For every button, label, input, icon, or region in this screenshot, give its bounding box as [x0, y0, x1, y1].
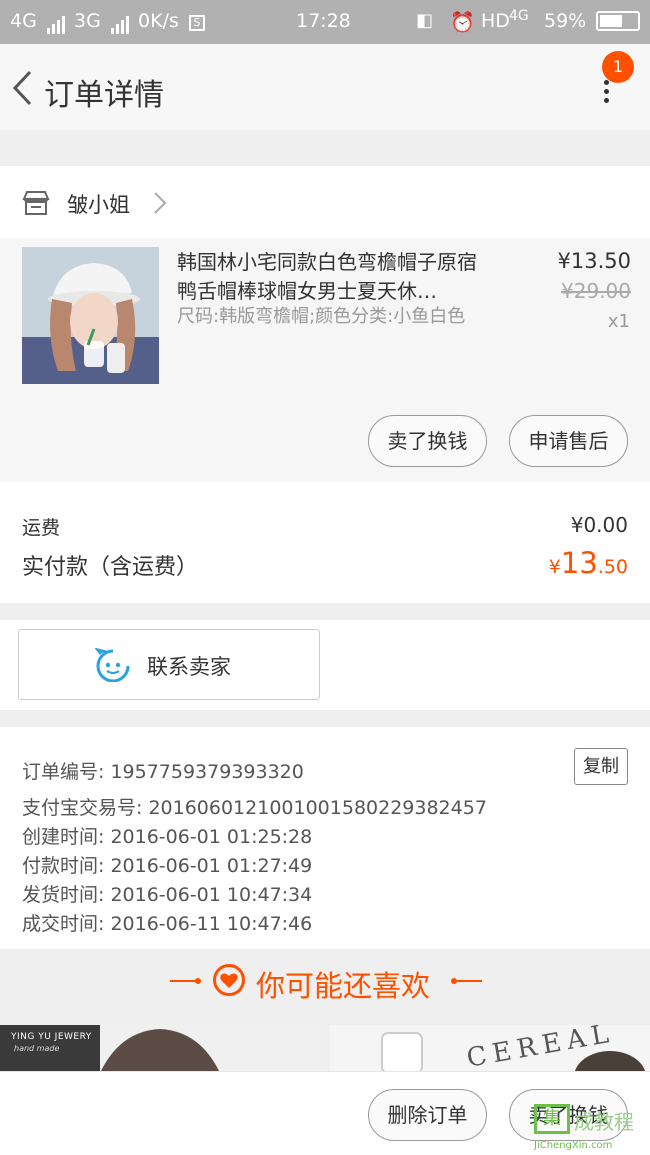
hd-indicator: HD	[481, 10, 510, 32]
product-brand: YING YU JEWERY	[11, 1032, 92, 1042]
watermark: 集 成教程 JiChengXin.com	[534, 1104, 646, 1152]
contact-seller-label: 联系卖家	[147, 655, 231, 679]
contact-section: 联系卖家	[0, 620, 650, 710]
clock: 17:28	[296, 10, 351, 32]
product-price: ¥13.50	[557, 249, 631, 273]
divider-line	[452, 980, 482, 982]
paid-amount: ¥13.50	[549, 546, 628, 580]
chevron-left-icon[interactable]	[10, 68, 36, 108]
speed-text: 0K/s	[138, 10, 179, 32]
network-indicator-1: 4G	[10, 10, 67, 34]
network-type: 4G	[10, 10, 37, 32]
battery-percent: 59%	[544, 10, 587, 32]
shipped-time: 发货时间: 2016-06-01 10:47:34	[22, 884, 313, 906]
delete-order-button[interactable]: 删除订单	[368, 1089, 487, 1141]
product-original-price: ¥29.00	[561, 279, 631, 303]
created-time: 创建时间: 2016-06-01 01:25:28	[22, 826, 313, 848]
store-icon	[22, 191, 50, 215]
watermark-url: JiChengXin.com	[534, 1140, 613, 1151]
alarm-icon: ⏰	[450, 10, 475, 34]
completed-time: 成交时间: 2016-06-11 10:47:46	[22, 913, 313, 935]
copy-button[interactable]: 复制	[574, 748, 628, 785]
fee-summary: 运费 ¥0.00 实付款（含运费） ¥13.50	[0, 482, 650, 603]
nav-bar: 订单详情	[0, 44, 650, 130]
product-quantity: x1	[607, 311, 630, 332]
recommend-header: 你可能还喜欢	[0, 949, 650, 1013]
vibrate-icon: ◧	[416, 10, 434, 31]
product-image[interactable]	[22, 247, 159, 384]
speed-indicator: 0K/s S	[138, 10, 205, 32]
chevron-right-icon	[154, 192, 167, 214]
product-subtitle: hand made	[14, 1044, 60, 1053]
network-indicator-2: 3G	[74, 10, 131, 34]
network-type: 4G	[509, 8, 529, 24]
heart-circle-icon	[213, 964, 245, 996]
resell-button[interactable]: 卖了换钱	[368, 415, 487, 467]
paid-currency: ¥	[548, 556, 561, 578]
watermark-text: 成教程	[574, 1110, 634, 1134]
order-info: 订单编号: 1957759379393320 复制 支付宝交易号: 201606…	[0, 727, 650, 949]
shipping-label: 运费	[22, 517, 61, 539]
recommend-title: 你可能还喜欢	[256, 969, 431, 1003]
shop-row[interactable]: 皱小姐	[0, 166, 650, 238]
chat-face-icon	[95, 648, 130, 682]
product-title[interactable]: 韩国林小宅同款白色弯檐帽子原宿鸭舌帽棒球帽女男士夏天休…	[177, 248, 495, 306]
network-type: 3G	[74, 10, 101, 32]
more-vertical-icon[interactable]	[596, 80, 616, 110]
after-sale-button[interactable]: 申请售后	[509, 415, 628, 467]
page-title: 订单详情	[44, 78, 164, 113]
paid-integer: 13	[560, 546, 598, 580]
product-sku: 尺码:韩版弯檐帽;颜色分类:小鱼白色	[177, 306, 466, 327]
notification-badge: 1	[602, 51, 634, 83]
contact-seller-button[interactable]: 联系卖家	[18, 629, 320, 700]
recommended-product[interactable]: CEREAL	[330, 1025, 650, 1073]
paid-label: 实付款（含运费）	[22, 555, 199, 580]
order-number: 订单编号: 1957759379393320	[22, 761, 304, 783]
alipay-number: 支付宝交易号: 2016060121001001580229382457	[22, 797, 487, 819]
paid-time: 付款时间: 2016-06-01 01:27:49	[22, 855, 313, 877]
signal-icon	[46, 12, 67, 34]
divider-dot	[195, 978, 201, 984]
recommended-product[interactable]: YING YU JEWERY hand made	[0, 1025, 320, 1073]
paid-decimal: .50	[597, 556, 628, 578]
shop-name: 皱小姐	[67, 193, 130, 217]
battery-wrap	[592, 11, 640, 33]
status-bar: 4G 3G 0K/s S 17:28 ◧ ⏰ HD 4G 59%	[0, 0, 650, 44]
order-item[interactable]: 韩国林小宅同款白色弯檐帽子原宿鸭舌帽棒球帽女男士夏天休… 尺码:韩版弯檐帽;颜色…	[0, 238, 650, 482]
shipping-value: ¥0.00	[570, 513, 628, 537]
battery-icon	[596, 11, 640, 31]
signal-icon	[110, 12, 131, 34]
watermark-logo: 集	[534, 1104, 570, 1134]
speed-badge-icon: S	[188, 15, 205, 31]
